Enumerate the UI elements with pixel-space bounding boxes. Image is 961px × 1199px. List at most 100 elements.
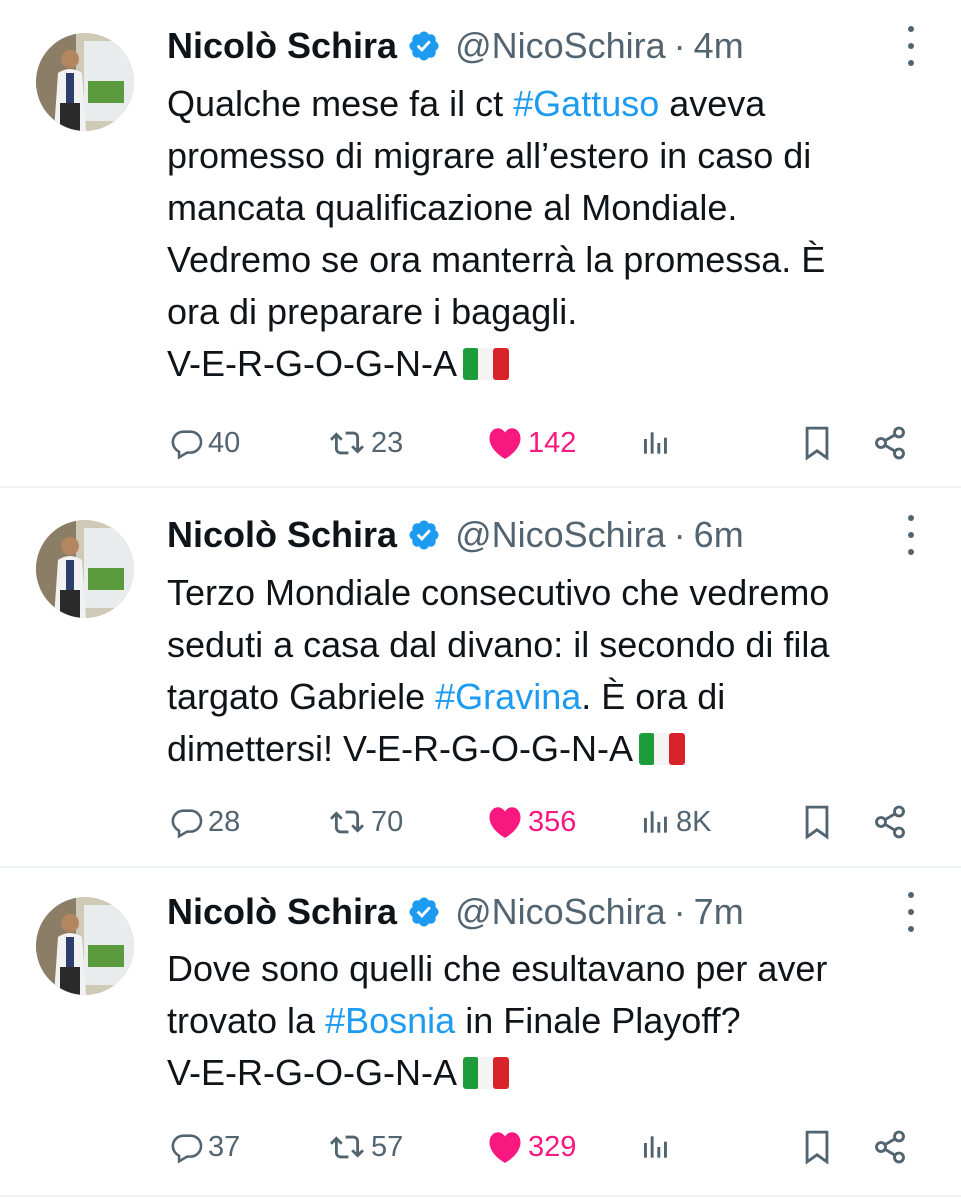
italy-flag-icon xyxy=(639,727,686,779)
reply-button[interactable]: 28 xyxy=(170,800,240,844)
bookmark-button[interactable] xyxy=(800,1125,834,1169)
timestamp[interactable]: 4m xyxy=(694,25,744,67)
timestamp[interactable]: 6m xyxy=(694,514,744,556)
tweet-text-line: V-E-R-G-O-G-N-A xyxy=(167,1047,947,1103)
share-button[interactable] xyxy=(872,800,908,844)
hashtag-link[interactable]: #Gravina xyxy=(435,676,581,717)
verified-badge-icon xyxy=(407,895,441,929)
tweet[interactable]: Nicolò Schira @NicoSchira · 4m Qualche mese … xyxy=(0,0,961,488)
views-button[interactable] xyxy=(640,1125,676,1169)
retweet-icon xyxy=(327,805,367,839)
share-icon xyxy=(872,425,908,461)
author-name[interactable]: Nicolò Schira xyxy=(167,514,397,556)
share-icon xyxy=(872,1129,908,1165)
tweet-text-line: Terzo Mondiale consecutivo che vedremo xyxy=(167,567,947,619)
retweet-count: 57 xyxy=(371,1130,404,1163)
tweet[interactable]: Nicolò Schira @NicoSchira · 6m Terzo Mondial… xyxy=(0,488,961,868)
bookmark-icon xyxy=(800,803,834,841)
views-icon xyxy=(640,1130,672,1164)
like-count: 329 xyxy=(528,1130,577,1163)
action-bar: 37 57 329 xyxy=(0,1125,961,1169)
like-button[interactable]: 356 xyxy=(486,800,576,844)
author-handle[interactable]: @NicoSchira xyxy=(455,514,666,556)
retweet-count: 70 xyxy=(371,805,404,838)
tweet-text-line: V-E-R-G-O-G-N-A xyxy=(167,338,947,394)
text-segment: dimettersi! V-E-R-G-O-G-N-A xyxy=(167,728,634,769)
retweet-count: 23 xyxy=(371,426,404,459)
share-button[interactable] xyxy=(872,1125,908,1169)
reply-icon xyxy=(170,1130,204,1164)
bookmark-button[interactable] xyxy=(800,800,834,844)
tweet-text-line: targato Gabriele #Gravina. È ora di xyxy=(167,671,947,723)
reply-count: 40 xyxy=(208,426,241,459)
tweet-text: Qualche mese fa il ct #Gattuso aveva prom… xyxy=(167,78,947,394)
reply-count: 37 xyxy=(208,1130,241,1163)
text-segment: seduti a casa dal divano: il secondo di … xyxy=(167,624,830,665)
author-handle[interactable]: @NicoSchira xyxy=(455,25,666,67)
share-button[interactable] xyxy=(872,421,908,465)
avatar[interactable] xyxy=(36,897,134,995)
text-segment: Terzo Mondiale consecutivo che vedremo xyxy=(167,572,830,613)
like-icon xyxy=(486,805,524,839)
avatar[interactable] xyxy=(36,33,134,131)
text-segment: mancata qualificazione al Mondiale. xyxy=(167,187,738,228)
more-options-icon[interactable] xyxy=(905,26,917,66)
more-options-icon[interactable] xyxy=(905,515,917,555)
reply-button[interactable]: 37 xyxy=(170,1125,240,1169)
text-segment: Qualche mese fa il ct xyxy=(167,83,514,124)
reply-count: 28 xyxy=(208,805,241,838)
views-button[interactable] xyxy=(640,421,676,465)
more-options-icon[interactable] xyxy=(905,892,917,932)
timestamp[interactable]: 7m xyxy=(694,891,744,933)
italy-flag-icon xyxy=(462,1051,509,1103)
bookmark-icon xyxy=(800,1128,834,1166)
reply-button[interactable]: 40 xyxy=(170,421,240,465)
text-segment: targato Gabriele xyxy=(167,676,436,717)
text-segment: V-E-R-G-O-G-N-A xyxy=(167,1052,457,1093)
tweet-text-line: Dove sono quelli che esultavano per aver xyxy=(167,943,947,995)
separator-dot: · xyxy=(673,891,686,932)
views-button[interactable]: 8K xyxy=(640,800,711,844)
tweet[interactable]: Nicolò Schira @NicoSchira · 7m Dove sono que… xyxy=(0,868,961,1197)
author-handle[interactable]: @NicoSchira xyxy=(455,891,666,933)
reply-icon xyxy=(170,426,204,460)
retweet-button[interactable]: 70 xyxy=(327,800,403,844)
tweet-text-line: mancata qualificazione al Mondiale. xyxy=(167,182,947,234)
like-icon xyxy=(486,426,524,460)
verified-badge-icon xyxy=(407,29,441,63)
tweet-text-line: ora di preparare i bagagli. xyxy=(167,286,947,338)
text-segment: V-E-R-G-O-G-N-A xyxy=(167,343,457,384)
bookmark-button[interactable] xyxy=(800,421,834,465)
tweet-header: Nicolò Schira @NicoSchira · 6m xyxy=(167,511,744,559)
italy-flag-icon xyxy=(462,342,509,394)
text-segment: trovato la xyxy=(167,1000,326,1041)
action-bar: 40 23 142 xyxy=(0,421,961,465)
text-segment: in Finale Playoff? xyxy=(455,1000,741,1041)
bookmark-icon xyxy=(800,424,834,462)
tweet-text-line: dimettersi! V-E-R-G-O-G-N-A xyxy=(167,723,947,779)
like-button[interactable]: 329 xyxy=(486,1125,576,1169)
avatar[interactable] xyxy=(36,520,134,618)
reply-icon xyxy=(170,805,204,839)
tweet-header: Nicolò Schira @NicoSchira · 7m xyxy=(167,888,744,936)
tweet-text: Dove sono quelli che esultavano per aver… xyxy=(167,943,947,1103)
hashtag-link[interactable]: #Gattuso xyxy=(513,83,659,124)
like-count: 142 xyxy=(528,426,577,459)
like-button[interactable]: 142 xyxy=(486,421,576,465)
tweet-text-line: seduti a casa dal divano: il secondo di … xyxy=(167,619,947,671)
like-count: 356 xyxy=(528,805,577,838)
verified-badge-icon xyxy=(407,518,441,552)
retweet-button[interactable]: 57 xyxy=(327,1125,403,1169)
tweet-text-line: promesso di migrare all’estero in caso d… xyxy=(167,130,947,182)
retweet-icon xyxy=(327,1130,367,1164)
text-segment: ora di preparare i bagagli. xyxy=(167,291,578,332)
hashtag-link[interactable]: #Bosnia xyxy=(325,1000,455,1041)
views-count: 8K xyxy=(676,805,712,838)
author-name[interactable]: Nicolò Schira xyxy=(167,891,397,933)
tweet-text: Terzo Mondiale consecutivo che vedremo se… xyxy=(167,567,947,779)
text-segment: promesso di migrare all’estero in caso d… xyxy=(167,135,812,176)
action-bar: 28 70 356 8K xyxy=(0,800,961,844)
author-name[interactable]: Nicolò Schira xyxy=(167,25,397,67)
tweet-text-line: Vedremo se ora manterrà la promessa. È xyxy=(167,234,947,286)
retweet-button[interactable]: 23 xyxy=(327,421,403,465)
